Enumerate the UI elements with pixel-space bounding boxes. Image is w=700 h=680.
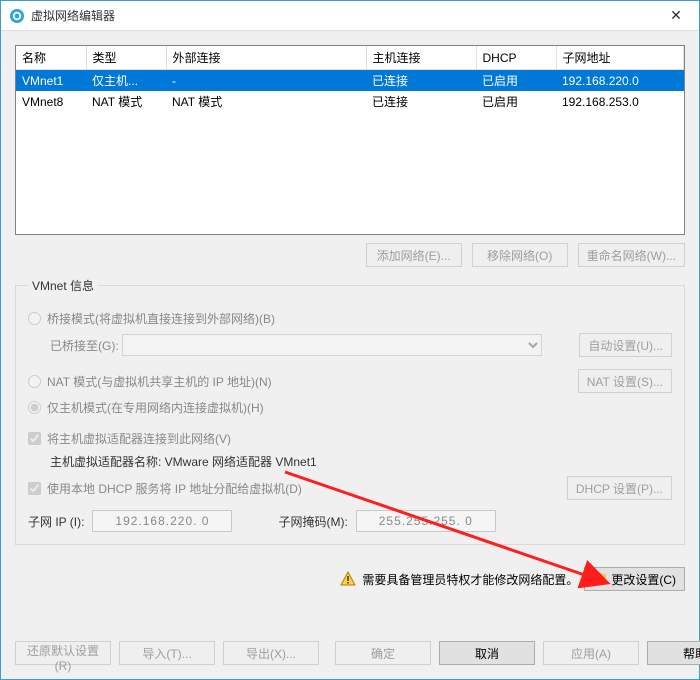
host-adapter-name: 主机虚拟适配器名称: VMware 网络适配器 VMnet1 <box>50 453 317 470</box>
cell-name: VMnet1 <box>16 70 86 92</box>
apply-button[interactable]: 应用(A) <box>543 641 639 665</box>
cell-subnet: 192.168.253.0 <box>556 91 684 112</box>
subnet-mask-label: 子网掩码(M): <box>278 513 347 530</box>
cell-ext: - <box>166 70 366 92</box>
bridged-to-label: 已桥接至(G): <box>50 337 119 354</box>
auto-settings-button[interactable]: 自动设置(U)... <box>579 333 672 357</box>
cell-type: NAT 模式 <box>86 91 166 112</box>
cell-host: 已连接 <box>366 70 476 92</box>
restore-defaults-button[interactable]: 还原默认设置(R) <box>15 641 111 665</box>
col-dhcp[interactable]: DHCP <box>476 46 556 70</box>
footer-buttons: 还原默认设置(R) 导入(T)... 导出(X)... 确定 取消 应用(A) … <box>1 631 699 679</box>
col-name[interactable]: 名称 <box>16 46 86 70</box>
cell-ext: NAT 模式 <box>166 91 366 112</box>
window: 虚拟网络编辑器 ✕ 名称 类型 外部连接 主机连接 DHCP 子网地址 VMne… <box>0 0 700 680</box>
cell-host: 已连接 <box>366 91 476 112</box>
subnet-ip-input[interactable] <box>92 510 232 532</box>
cell-dhcp: 已启用 <box>476 91 556 112</box>
export-button[interactable]: 导出(X)... <box>223 641 319 665</box>
content: 名称 类型 外部连接 主机连接 DHCP 子网地址 VMnet1仅主机...-已… <box>1 31 699 631</box>
import-button[interactable]: 导入(T)... <box>119 641 215 665</box>
cancel-button[interactable]: 取消 <box>439 641 535 665</box>
cell-subnet: 192.168.220.0 <box>556 70 684 92</box>
warning-icon <box>340 571 356 587</box>
ok-button[interactable]: 确定 <box>335 641 431 665</box>
nat-radio[interactable]: NAT 模式(与虚拟机共享主机的 IP 地址)(N) <box>28 373 272 390</box>
cell-dhcp: 已启用 <box>476 70 556 92</box>
vmnet-info-group: VMnet 信息 桥接模式(将虚拟机直接连接到外部网络)(B) 已桥接至(G):… <box>15 277 685 545</box>
use-dhcp-check[interactable]: 使用本地 DHCP 服务将 IP 地址分配给虚拟机(D) <box>28 480 302 497</box>
subnet-row: 子网 IP (I): 子网掩码(M): <box>28 510 672 532</box>
admin-warning-text: 需要具备管理员特权才能修改网络配置。 <box>362 571 578 588</box>
subnet-mask-input[interactable] <box>356 510 496 532</box>
col-host[interactable]: 主机连接 <box>366 46 476 70</box>
nat-settings-button[interactable]: NAT 设置(S)... <box>578 369 672 393</box>
col-ext[interactable]: 外部连接 <box>166 46 366 70</box>
col-type[interactable]: 类型 <box>86 46 166 70</box>
dhcp-settings-button[interactable]: DHCP 设置(P)... <box>567 476 672 500</box>
network-table: 名称 类型 外部连接 主机连接 DHCP 子网地址 VMnet1仅主机...-已… <box>16 46 684 112</box>
hostonly-radio[interactable]: 仅主机模式(在专用网络内连接虚拟机)(H) <box>28 399 264 416</box>
cell-type: 仅主机... <box>86 70 166 92</box>
close-button[interactable]: ✕ <box>653 1 699 30</box>
change-settings-button[interactable]: 更改设置(C) <box>584 567 685 591</box>
rename-network-button[interactable]: 重命名网络(W)... <box>578 243 685 267</box>
titlebar: 虚拟网络编辑器 ✕ <box>1 1 699 31</box>
subnet-ip-label: 子网 IP (I): <box>28 513 84 530</box>
bridged-radio[interactable]: 桥接模式(将虚拟机直接连接到外部网络)(B) <box>28 310 275 327</box>
col-subnet[interactable]: 子网地址 <box>556 46 684 70</box>
admin-warning-row: 需要具备管理员特权才能修改网络配置。 更改设置(C) <box>15 567 685 591</box>
bridged-to-combo[interactable] <box>122 334 542 356</box>
shield-icon <box>593 572 607 586</box>
window-title: 虚拟网络编辑器 <box>31 7 653 24</box>
connect-host-check[interactable]: 将主机虚拟适配器连接到此网络(V) <box>28 430 231 447</box>
list-buttons: 添加网络(E)... 移除网络(O) 重命名网络(W)... <box>15 243 685 267</box>
help-button[interactable]: 帮助 <box>647 641 700 665</box>
app-icon <box>9 8 25 24</box>
table-row[interactable]: VMnet8NAT 模式NAT 模式已连接已启用192.168.253.0 <box>16 91 684 112</box>
network-list[interactable]: 名称 类型 外部连接 主机连接 DHCP 子网地址 VMnet1仅主机...-已… <box>15 45 685 235</box>
group-legend: VMnet 信息 <box>28 277 98 294</box>
remove-network-button[interactable]: 移除网络(O) <box>472 243 568 267</box>
add-network-button[interactable]: 添加网络(E)... <box>366 243 462 267</box>
table-row[interactable]: VMnet1仅主机...-已连接已启用192.168.220.0 <box>16 70 684 92</box>
cell-name: VMnet8 <box>16 91 86 112</box>
